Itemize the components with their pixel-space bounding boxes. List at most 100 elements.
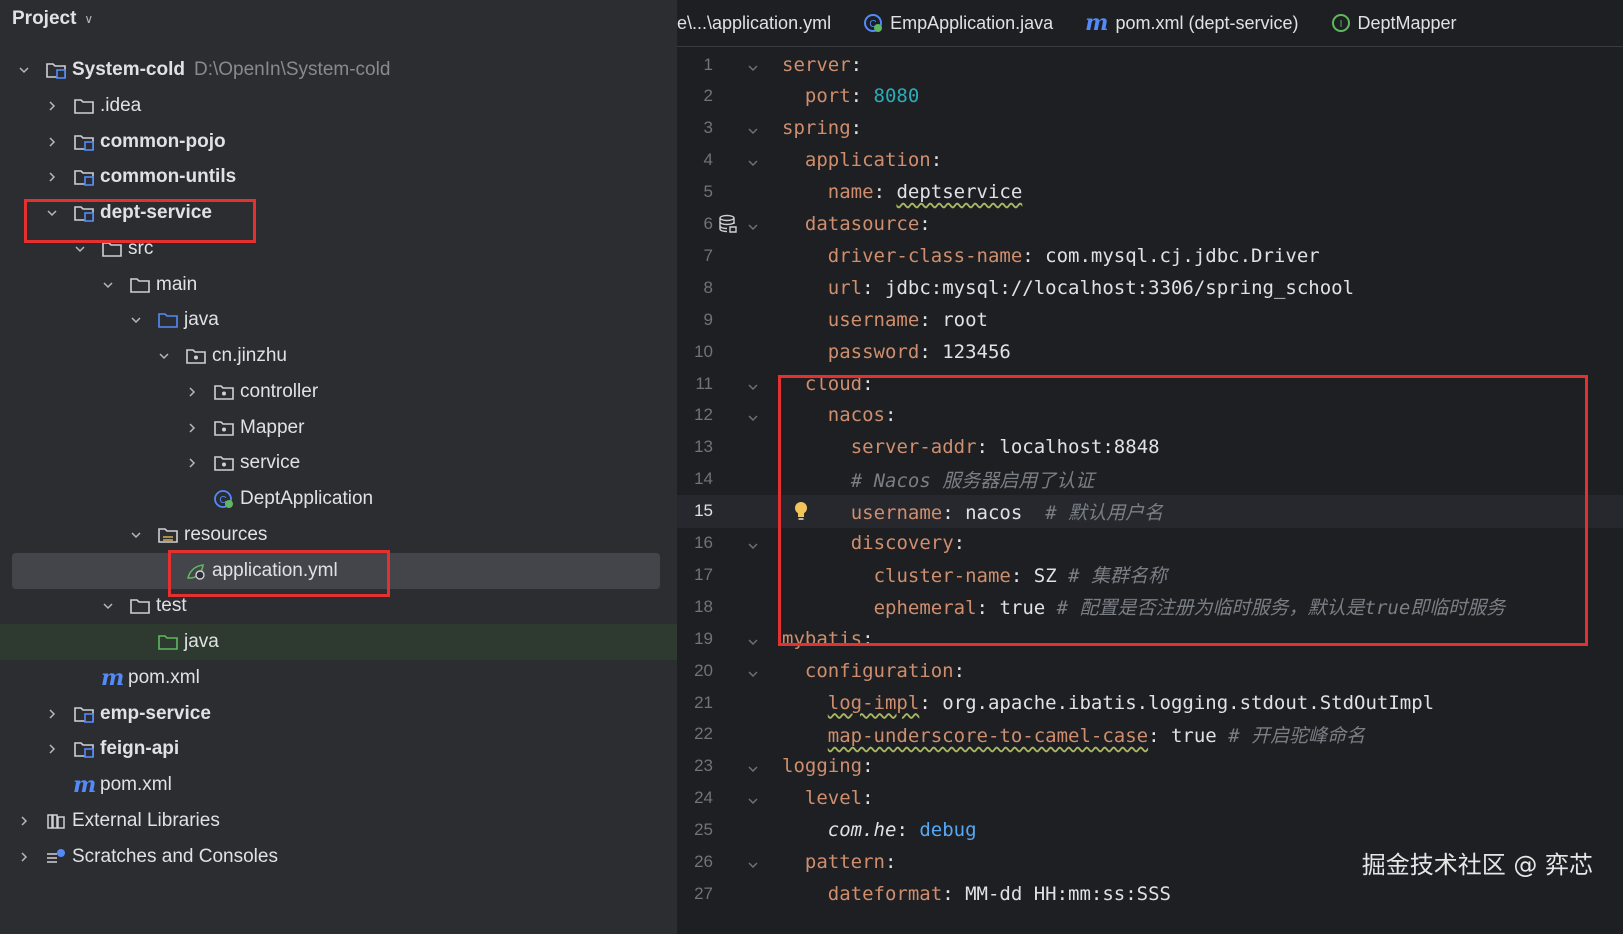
code-line[interactable]: 24 level:: [677, 782, 1623, 815]
database-icon[interactable]: [718, 214, 738, 234]
chevron-down-icon[interactable]: [129, 313, 143, 327]
tree-node[interactable]: m pom.xml: [0, 767, 677, 803]
module-folder-icon: [73, 704, 95, 724]
highlight-box-dept-service: [24, 199, 256, 243]
tree-node[interactable]: cn.jinzhu: [0, 338, 677, 374]
tree-node[interactable]: Mapper: [0, 410, 677, 446]
yaml-value: org.apache.ibatis.logging.stdout.StdOutI…: [942, 691, 1435, 714]
fold-chevron-icon[interactable]: [746, 408, 760, 422]
code-line[interactable]: 20 configuration:: [677, 654, 1623, 687]
chevron-right-icon[interactable]: [45, 742, 59, 756]
chevron-down-icon[interactable]: [101, 599, 115, 613]
chevron-down-icon[interactable]: [157, 349, 171, 363]
tree-node[interactable]: common-untils: [0, 159, 677, 195]
tree-node-label: resources: [184, 523, 268, 545]
line-number: 12: [694, 405, 713, 425]
chevron-down-icon[interactable]: [73, 242, 87, 256]
tree-node[interactable]: resources: [0, 517, 677, 553]
chevron-down-icon[interactable]: [17, 63, 31, 77]
fold-chevron-icon[interactable]: [746, 536, 760, 550]
chevron-right-icon[interactable]: [45, 707, 59, 721]
line-number: 25: [694, 820, 713, 840]
fold-chevron-icon[interactable]: [746, 664, 760, 678]
yaml-value: deptservice: [896, 181, 1023, 204]
code-text: server:: [782, 54, 862, 76]
code-line[interactable]: 8 url: jdbc:mysql://localhost:3306/spring…: [677, 271, 1623, 304]
code-line[interactable]: 6 datasource:: [677, 208, 1623, 241]
tree-node[interactable]: .idea: [0, 88, 677, 124]
chevron-down-icon: ∨: [84, 12, 94, 26]
line-number: 20: [694, 660, 713, 680]
fold-chevron-icon[interactable]: [746, 217, 760, 231]
code-line[interactable]: 1 server:: [677, 48, 1623, 81]
fold-chevron-icon[interactable]: [746, 121, 760, 135]
yaml-separator: :: [919, 213, 931, 235]
chevron-right-icon[interactable]: [17, 850, 31, 864]
code-text: pattern:: [805, 851, 897, 873]
module-folder-icon: [73, 739, 95, 759]
tree-node[interactable]: service: [0, 445, 677, 481]
code-line[interactable]: 4 application:: [677, 144, 1623, 177]
tree-node[interactable]: External Libraries: [0, 803, 677, 839]
code-line[interactable]: 27 dateformat: MM-dd HH:mm:ss:SSS: [677, 877, 1623, 910]
folder-icon: [129, 275, 151, 295]
tree-node[interactable]: C DeptApplication: [0, 481, 677, 517]
tree-node[interactable]: common-pojo: [0, 124, 677, 160]
code-line[interactable]: 25 com.he: debug: [677, 814, 1623, 847]
tree-node[interactable]: Scratches and Consoles: [0, 839, 677, 875]
code-line[interactable]: 22 map-underscore-to-camel-case: true # 开…: [677, 718, 1623, 751]
chevron-right-icon[interactable]: [45, 99, 59, 113]
yaml-separator: :: [862, 276, 886, 299]
code-line[interactable]: 21 log-impl: org.apache.ibatis.logging.st…: [677, 686, 1623, 719]
tree-node-label: Mapper: [240, 416, 305, 438]
line-number: 17: [694, 564, 713, 584]
tab-dept-mapper[interactable]: I DeptMapper: [1331, 13, 1457, 34]
fold-chevron-icon[interactable]: [746, 632, 760, 646]
chevron-right-icon[interactable]: [185, 385, 199, 399]
fold-chevron-icon[interactable]: [746, 377, 760, 391]
tree-node[interactable]: emp-service: [0, 696, 677, 732]
tree-node[interactable]: java: [0, 624, 677, 660]
code-line[interactable]: 3 spring:: [677, 112, 1623, 145]
fold-chevron-icon[interactable]: [746, 791, 760, 805]
yaml-value: true: [1170, 724, 1217, 747]
chevron-right-icon[interactable]: [45, 170, 59, 184]
project-view-selector[interactable]: Project ∨: [12, 5, 93, 33]
code-line[interactable]: 9 username: root: [677, 303, 1623, 336]
yaml-key: dateformat: [827, 882, 943, 905]
tree-node[interactable]: feign-api: [0, 731, 677, 767]
tab-pom-xml[interactable]: m pom.xml (dept-service): [1085, 10, 1298, 36]
code-line[interactable]: 10 password: 123456: [677, 335, 1623, 368]
code-line[interactable]: 7 driver-class-name: com.mysql.cj.jdbc.Dr…: [677, 239, 1623, 272]
yaml-key: datasource: [804, 213, 920, 235]
spring-class-icon: C: [213, 489, 235, 509]
maven-icon: m: [101, 664, 125, 691]
fold-chevron-icon[interactable]: [746, 153, 760, 167]
tree-node[interactable]: java: [0, 302, 677, 338]
fold-chevron-icon[interactable]: [746, 855, 760, 869]
line-number: 7: [703, 245, 713, 265]
code-line[interactable]: 2 port: 8080: [677, 80, 1623, 113]
code-line[interactable]: 23 logging:: [677, 750, 1623, 783]
module-folder-icon: [73, 167, 95, 187]
tab-application-yml[interactable]: e\...\application.yml: [677, 13, 831, 34]
tab-emp-application[interactable]: C EmpApplication.java: [863, 13, 1053, 34]
chevron-right-icon[interactable]: [45, 135, 59, 149]
tree-node-label: test: [156, 595, 187, 617]
tree-node[interactable]: m pom.xml: [0, 660, 677, 696]
chevron-right-icon[interactable]: [17, 814, 31, 828]
line-number: 11: [695, 373, 713, 393]
fold-chevron-icon[interactable]: [746, 58, 760, 72]
tree-node[interactable]: System-cold D:\OpenIn\System-cold: [0, 52, 677, 88]
tree-node[interactable]: main: [0, 267, 677, 303]
chevron-down-icon[interactable]: [101, 278, 115, 292]
tree-node[interactable]: controller: [0, 374, 677, 410]
chevron-right-icon[interactable]: [185, 421, 199, 435]
chevron-right-icon[interactable]: [185, 456, 199, 470]
editor-tab-bar: e\...\application.yml C EmpApplication.j…: [677, 0, 1623, 47]
yaml-key: pattern: [804, 851, 885, 873]
yaml-value: jdbc:mysql://localhost:3306/spring_schoo…: [885, 276, 1355, 299]
code-line[interactable]: 5 name: deptservice: [677, 176, 1623, 209]
fold-chevron-icon[interactable]: [746, 759, 760, 773]
chevron-down-icon[interactable]: [129, 528, 143, 542]
